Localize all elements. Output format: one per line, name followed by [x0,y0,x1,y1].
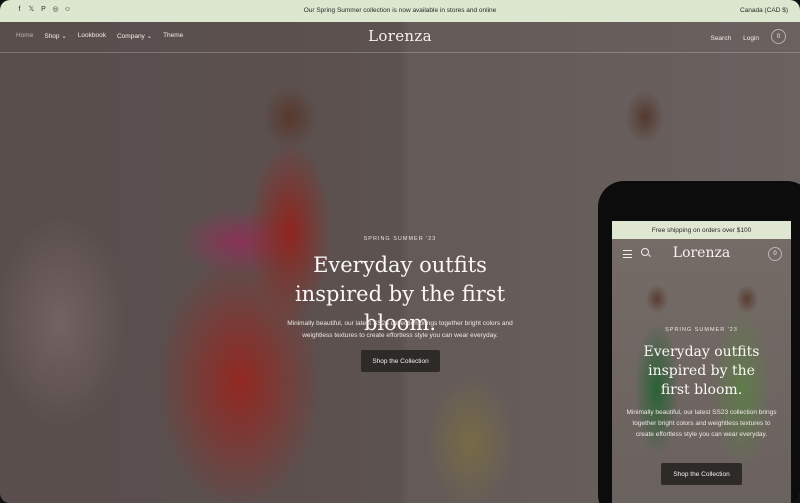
mobile-shop-collection-button[interactable]: Shop the Collection [661,463,742,485]
currency-selector[interactable]: Canada (CAD $) [740,7,788,14]
mobile-announcement-bar: Free shipping on orders over $100 [612,221,791,239]
hero-subtext: Minimally beautiful, our latest SS23 col… [287,320,513,339]
shop-collection-button[interactable]: Shop the Collection [361,350,440,372]
mobile-cart-button[interactable]: 0 [768,247,782,261]
app-window: f 𝕏 P ◎ ☺ Our Spring Summer collection i… [0,0,800,503]
announcement-bar: f 𝕏 P ◎ ☺ Our Spring Summer collection i… [0,0,800,22]
mobile-logo[interactable]: Lorenza [612,245,791,261]
mobile-header: Lorenza 0 [612,239,791,269]
site-logo[interactable]: Lorenza [0,27,800,45]
login-link[interactable]: Login [743,35,759,42]
header-nav: Home Shop ⌄ Lookbook Company ⌄ Theme Lor… [0,22,800,53]
mobile-hero-subtext: Minimally beautiful, our latest SS23 col… [626,409,777,438]
cart-button[interactable]: 0 [771,29,786,44]
announcement-message: Our Spring Summer collection is now avai… [303,7,497,14]
search-link[interactable]: Search [710,35,731,42]
mobile-hero-headline: Everyday outfits inspired by the first b… [643,344,760,398]
mobile-hero-eyebrow: SPRING SUMMER '23 [665,327,738,333]
mobile-screen: Free shipping on orders over $100 Lorenz… [612,221,791,503]
nav-actions: Search Login 0 [710,29,786,44]
